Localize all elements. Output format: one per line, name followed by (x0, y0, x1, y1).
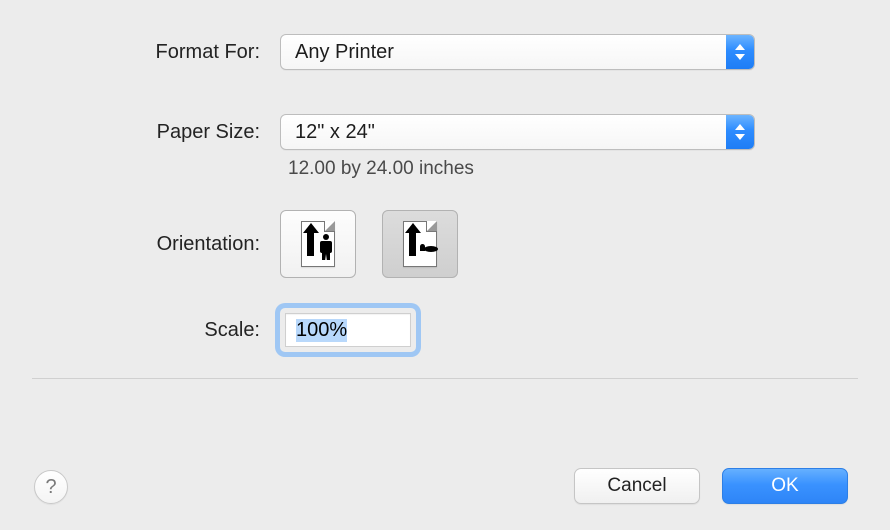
row-orientation: Orientation: (48, 210, 842, 278)
row-format-for: Format For: Any Printer (48, 34, 842, 70)
row-paper-size: Paper Size: 12" x 24" (48, 114, 842, 150)
label-orientation: Orientation: (48, 233, 280, 256)
page-setup-dialog: Format For: Any Printer Paper Size: (0, 0, 890, 530)
updown-arrows-icon (726, 115, 754, 149)
person-lying-icon (420, 242, 438, 254)
landscape-page-icon (403, 221, 437, 267)
arrow-up-icon (307, 232, 314, 256)
arrow-up-icon (409, 232, 416, 256)
form-area: Format For: Any Printer Paper Size: (0, 0, 890, 352)
paper-size-popup[interactable]: 12" x 24" (280, 114, 755, 150)
row-scale: Scale: (48, 308, 842, 352)
updown-arrows-icon (726, 35, 754, 69)
cancel-button[interactable]: Cancel (574, 468, 700, 504)
label-format-for: Format For: (48, 41, 280, 64)
format-for-popup[interactable]: Any Printer (280, 34, 755, 70)
paper-size-description: 12.00 by 24.00 inches (280, 158, 842, 180)
person-icon (320, 234, 332, 260)
label-scale: Scale: (48, 319, 280, 342)
row-paper-size-desc: 12.00 by 24.00 inches (48, 158, 842, 180)
portrait-page-icon (301, 221, 335, 267)
paper-size-value: 12" x 24" (281, 121, 726, 144)
button-bar: Cancel OK (574, 468, 848, 504)
help-icon: ? (45, 476, 56, 499)
help-button[interactable]: ? (34, 470, 68, 504)
ok-button[interactable]: OK (722, 468, 848, 504)
orientation-portrait-button[interactable] (280, 210, 356, 278)
scale-focus-ring (280, 308, 416, 352)
scale-input[interactable] (285, 313, 411, 347)
separator (32, 378, 858, 379)
format-for-value: Any Printer (281, 41, 726, 64)
orientation-landscape-button[interactable] (382, 210, 458, 278)
label-paper-size: Paper Size: (48, 121, 280, 144)
